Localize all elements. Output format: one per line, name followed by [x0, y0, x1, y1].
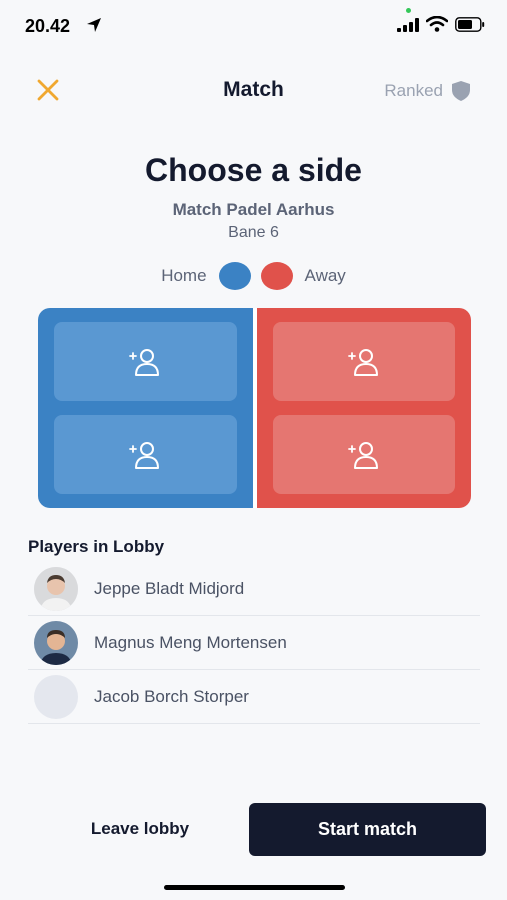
status-bar: 20.42 [0, 0, 507, 50]
ranked-label: Ranked [384, 81, 443, 100]
away-slot-1[interactable] [272, 322, 455, 401]
player-item[interactable]: Magnus Meng Mortensen [28, 616, 480, 670]
legend-away-dot [260, 262, 293, 290]
legend-home-dot [218, 262, 251, 290]
away-side [254, 308, 471, 508]
location-arrow-icon [87, 18, 101, 32]
match-name: Match Padel Aarhus [172, 200, 335, 219]
player-item[interactable]: Jeppe Bladt Midjord [28, 562, 480, 616]
shield-icon [452, 81, 470, 101]
player-name: Magnus Meng Mortensen [94, 632, 287, 652]
home-slot-2[interactable] [54, 415, 237, 494]
avatar [34, 620, 78, 665]
avatar [34, 566, 78, 611]
home-slot-1[interactable] [54, 322, 237, 401]
home-indicator [164, 885, 345, 890]
legend-home-label: Home [161, 266, 207, 285]
add-user-icon [129, 441, 160, 469]
signal-icon [397, 18, 419, 32]
start-match-button[interactable]: Start match [249, 803, 486, 856]
battery-icon [455, 17, 485, 32]
add-user-icon [129, 348, 160, 376]
player-name: Jeppe Bladt Midjord [94, 578, 245, 598]
privacy-indicator-dot [406, 8, 411, 13]
away-slot-2[interactable] [272, 415, 455, 494]
leave-lobby-button[interactable]: Leave lobby [40, 804, 240, 854]
court-name: Bane 6 [228, 224, 279, 241]
page-title: Choose a side [145, 152, 362, 188]
side-legend: Home Away [0, 262, 507, 290]
avatar-placeholder [34, 674, 78, 719]
add-user-icon [347, 348, 378, 376]
add-user-icon [347, 441, 378, 469]
wifi-icon [426, 16, 448, 32]
padel-court [38, 308, 471, 508]
player-item[interactable]: Jacob Borch Storper [28, 670, 480, 724]
ranked-indicator: Ranked [384, 80, 471, 102]
status-time: 20.42 [25, 16, 71, 36]
legend-away-label: Away [304, 266, 346, 285]
player-name: Jacob Borch Storper [94, 686, 249, 706]
player-list: Jeppe Bladt Midjord Magnus Meng Mortense… [28, 562, 480, 724]
lobby-title: Players in Lobby [28, 537, 165, 556]
home-side [38, 308, 255, 508]
